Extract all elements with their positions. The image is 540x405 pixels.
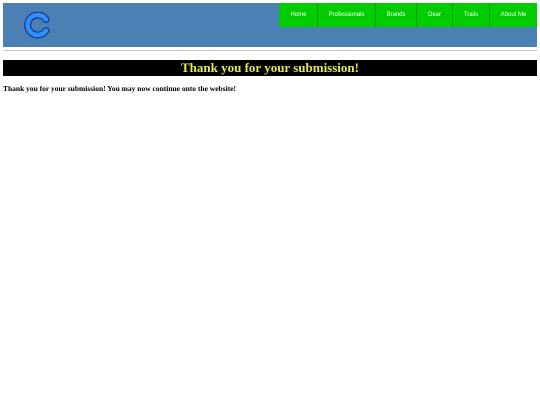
main-nav: Home Professionals Brands Gear Trails Ab… <box>279 3 537 27</box>
page-title: Thank you for your submission! <box>181 60 359 75</box>
nav-brands-link[interactable]: Brands <box>375 3 416 27</box>
nav-home-link[interactable]: Home <box>279 3 317 27</box>
confirmation-message: Thank you for your submission! You may n… <box>3 84 237 93</box>
nav-gear-link[interactable]: Gear <box>416 3 452 27</box>
nav-trails-link[interactable]: Trails <box>452 3 489 27</box>
confirmation-banner: Thank you for your submission! <box>3 60 537 76</box>
site-header: Home Professionals Brands Gear Trails Ab… <box>3 3 537 47</box>
nav-professionals-link[interactable]: Professionals <box>317 3 375 27</box>
letter-c-logo-icon[interactable] <box>24 11 52 39</box>
header-divider <box>3 50 537 51</box>
nav-about-me-link[interactable]: About Me <box>489 3 537 27</box>
